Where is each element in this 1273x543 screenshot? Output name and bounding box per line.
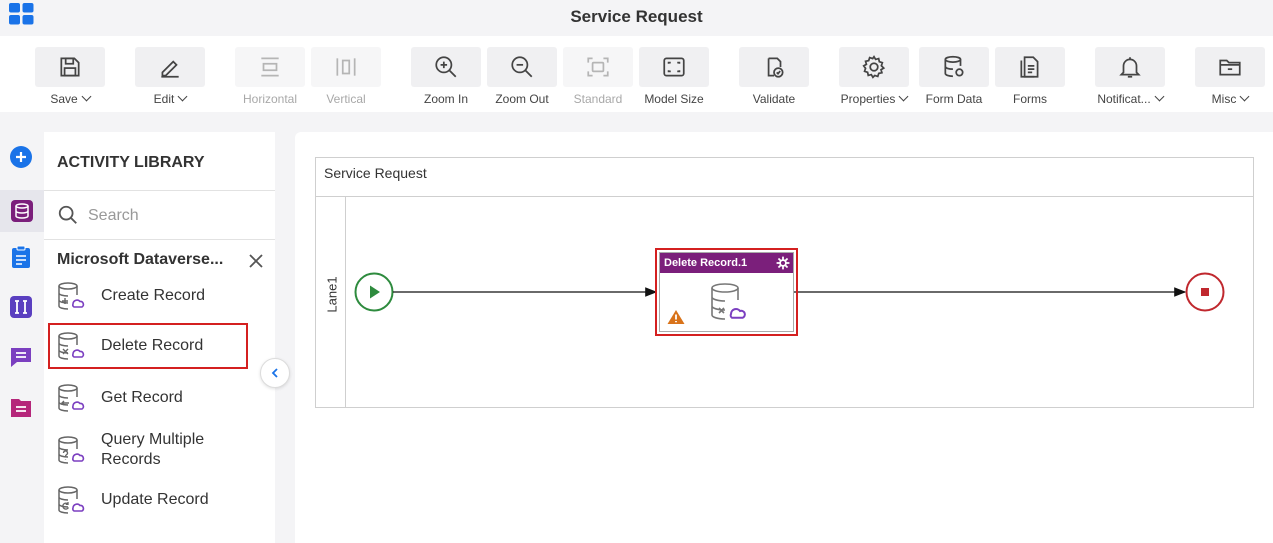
notifications-button[interactable]: Notificat... bbox=[1095, 47, 1165, 109]
validate-button[interactable]: Validate bbox=[739, 47, 809, 109]
chevron-down-icon bbox=[898, 91, 909, 102]
gear-icon bbox=[862, 55, 886, 79]
chevron-down-icon bbox=[177, 91, 188, 102]
library-item-label: Query Multiple Records bbox=[101, 431, 205, 468]
warning-icon bbox=[667, 310, 685, 324]
chevron-down-icon bbox=[81, 91, 92, 102]
vertical-layout-icon bbox=[336, 58, 356, 76]
toolbar: Save Edit Horizontal Vertical Zoom In Zo… bbox=[0, 36, 1273, 112]
edit-label: Edit bbox=[153, 92, 175, 106]
rail-add[interactable] bbox=[6, 142, 36, 172]
horizontal-layout-icon bbox=[261, 57, 279, 77]
library-title: ACTIVITY LIBRARY bbox=[57, 154, 205, 171]
standard-size-icon bbox=[587, 57, 609, 77]
form-data-button[interactable]: Form Data bbox=[919, 47, 989, 109]
zoom-out-icon bbox=[511, 56, 533, 78]
horizontal-button[interactable]: Horizontal bbox=[235, 47, 305, 109]
save-label: Save bbox=[50, 92, 78, 106]
library-item-label: Create Record bbox=[101, 287, 206, 304]
window-title: Service Request bbox=[570, 7, 703, 26]
variables-icon bbox=[10, 296, 32, 318]
vertical-label: Vertical bbox=[326, 92, 366, 106]
document-icon bbox=[11, 399, 31, 417]
rail-variables[interactable] bbox=[6, 292, 36, 322]
rail-tasks[interactable] bbox=[6, 242, 36, 272]
fit-screen-icon bbox=[663, 57, 685, 77]
library-item-label: Delete Record bbox=[101, 337, 204, 354]
library-item-update-record[interactable]: Update Record bbox=[48, 484, 248, 516]
database-icon bbox=[11, 200, 33, 222]
properties-label: Properties bbox=[840, 92, 896, 106]
end-event[interactable] bbox=[1185, 272, 1225, 312]
collapse-panel-button[interactable] bbox=[260, 358, 290, 388]
activity-library-panel: ACTIVITY LIBRARY Microsoft Dataverse... … bbox=[44, 132, 275, 543]
chat-icon bbox=[11, 348, 31, 367]
start-event[interactable] bbox=[354, 272, 394, 312]
edit-button[interactable]: Edit bbox=[135, 47, 205, 109]
create-record-icon bbox=[58, 282, 85, 310]
library-item-label: Update Record bbox=[101, 491, 209, 508]
misc-label: Misc bbox=[1211, 92, 1237, 106]
clipboard-icon bbox=[12, 245, 30, 268]
gear-icon[interactable] bbox=[776, 256, 790, 270]
notifications-label: Notificat... bbox=[1097, 92, 1151, 106]
process-canvas[interactable]: Service Request Lane1 Delete Record.1 bbox=[295, 132, 1273, 543]
delete-record-icon bbox=[58, 332, 85, 360]
rail-documents[interactable] bbox=[6, 392, 36, 422]
validate-icon bbox=[767, 57, 784, 78]
divider bbox=[44, 190, 275, 191]
folder-icon bbox=[1219, 59, 1241, 76]
add-icon bbox=[10, 146, 32, 168]
forms-icon bbox=[1020, 56, 1039, 78]
left-rail bbox=[0, 132, 44, 543]
model-size-button[interactable]: Model Size bbox=[639, 47, 709, 109]
chevron-down-icon bbox=[1239, 91, 1250, 102]
chevron-left-icon bbox=[271, 368, 278, 378]
title-bar: Service Request bbox=[0, 0, 1273, 36]
bell-icon bbox=[1119, 57, 1141, 78]
delete-record-icon bbox=[711, 283, 746, 320]
process-flow bbox=[354, 272, 1225, 312]
update-record-icon bbox=[58, 486, 85, 514]
close-icon[interactable] bbox=[247, 252, 265, 270]
vertical-button[interactable]: Vertical bbox=[311, 47, 381, 109]
database-icon bbox=[944, 55, 964, 78]
misc-button[interactable]: Misc bbox=[1195, 47, 1265, 109]
validate-label: Validate bbox=[752, 92, 796, 106]
library-item-delete-record[interactable]: Delete Record bbox=[48, 323, 248, 369]
rail-data[interactable] bbox=[0, 190, 44, 232]
library-item-label: Get Record bbox=[101, 389, 183, 406]
zoom-out-button[interactable]: Zoom Out bbox=[487, 47, 557, 109]
save-icon bbox=[60, 57, 80, 77]
search-icon bbox=[58, 205, 77, 224]
library-group-title: Microsoft Dataverse... bbox=[57, 251, 224, 268]
query-records-icon bbox=[58, 436, 85, 464]
divider bbox=[44, 239, 275, 240]
forms-label: Forms bbox=[1013, 92, 1047, 106]
delete-record-activity[interactable]: Delete Record.1 bbox=[655, 248, 798, 336]
zoom-in-button[interactable]: Zoom In bbox=[411, 47, 481, 109]
search-input[interactable] bbox=[88, 204, 258, 228]
chevron-down-icon bbox=[1154, 91, 1165, 102]
forms-button[interactable]: Forms bbox=[995, 47, 1065, 109]
library-item-create-record[interactable]: Create Record bbox=[48, 280, 248, 312]
model-size-label: Model Size bbox=[644, 92, 704, 106]
save-button[interactable]: Save bbox=[35, 47, 105, 109]
activity-header: Delete Record.1 bbox=[660, 253, 793, 273]
standard-button[interactable]: Standard bbox=[563, 47, 633, 109]
pencil-icon bbox=[161, 60, 179, 78]
rail-messages[interactable] bbox=[6, 342, 36, 372]
library-item-get-record[interactable]: Get Record bbox=[48, 382, 248, 414]
activity-title: Delete Record.1 bbox=[664, 257, 748, 269]
properties-button[interactable]: Properties bbox=[839, 47, 909, 109]
zoom-in-icon bbox=[435, 56, 457, 78]
get-record-icon bbox=[58, 384, 85, 412]
library-item-query-multiple-records[interactable]: Query Multiple Records bbox=[48, 430, 248, 470]
